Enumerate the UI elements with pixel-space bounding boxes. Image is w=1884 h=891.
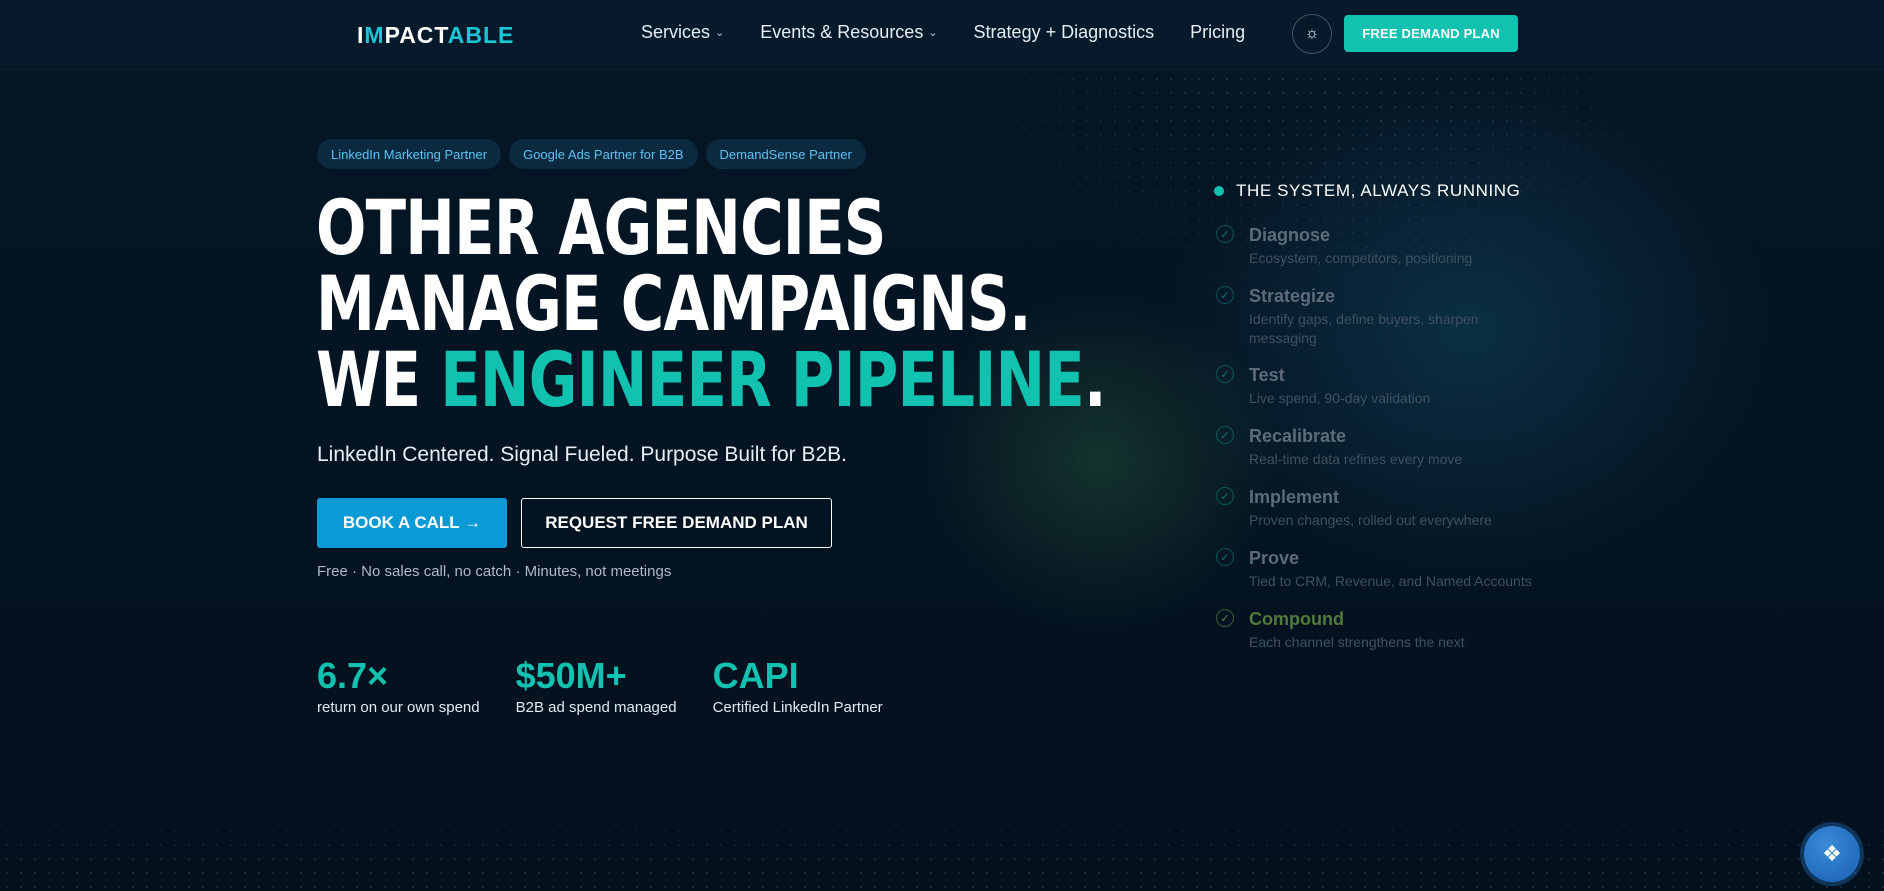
logo[interactable]: IMPACTABLE bbox=[357, 22, 514, 49]
system-steps-list: ✓ Diagnose Ecosystem, competitors, posit… bbox=[1216, 224, 1576, 669]
stat-value: 6.7× bbox=[317, 655, 389, 696]
logo-mark: M bbox=[364, 22, 385, 48]
step-diagnose: ✓ Diagnose Ecosystem, competitors, posit… bbox=[1216, 224, 1576, 285]
check-circle-icon: ✓ bbox=[1216, 365, 1234, 383]
step-prove: ✓ Prove Tied to CRM, Revenue, and Named … bbox=[1216, 547, 1576, 608]
step-title: Compound bbox=[1249, 609, 1344, 629]
stat-label: Certified LinkedIn Partner bbox=[712, 699, 883, 716]
step-desc: Each channel strengthens the next bbox=[1249, 634, 1465, 650]
step-title: Strategize bbox=[1249, 286, 1336, 306]
nav-item-strategy-diagnostics[interactable]: Strategy + Diagnostics bbox=[974, 22, 1155, 43]
headline-we: WE bbox=[316, 335, 441, 424]
nav-label: Services bbox=[641, 22, 711, 42]
sun-icon: ☼ bbox=[1304, 25, 1320, 42]
book-a-call-button[interactable]: BOOK A CALL → bbox=[317, 498, 507, 548]
step-test: ✓ Test Live spend, 90-day validation bbox=[1216, 364, 1576, 425]
request-demand-plan-button[interactable]: REQUEST FREE DEMAND PLAN bbox=[521, 498, 832, 548]
check-circle-icon: ✓ bbox=[1216, 487, 1234, 505]
dot-pattern-bottom bbox=[0, 810, 1884, 891]
step-implement: ✓ Implement Proven changes, rolled out e… bbox=[1216, 486, 1576, 547]
step-desc: Proven changes, rolled out everywhere bbox=[1249, 512, 1492, 528]
check-circle-icon: ✓ bbox=[1216, 426, 1234, 444]
check-circle-icon: ✓ bbox=[1216, 225, 1234, 243]
nav-label: Events & Resources bbox=[760, 22, 924, 42]
badge-google-ads-partner: Google Ads Partner for B2B bbox=[509, 139, 698, 169]
site-header: IMPACTABLE Services ⌄ Events & Resources… bbox=[0, 0, 1884, 70]
headline-accent: ENGINEER PIPELINE bbox=[440, 335, 1085, 424]
partner-badges: LinkedIn Marketing Partner Google Ads Pa… bbox=[317, 139, 866, 169]
free-demand-plan-button[interactable]: FREE DEMAND PLAN bbox=[1344, 15, 1518, 52]
stat-label: B2B ad spend managed bbox=[515, 699, 677, 716]
stat-label: return on our own spend bbox=[317, 699, 480, 716]
badge-linkedin-partner: LinkedIn Marketing Partner bbox=[317, 139, 502, 169]
cta-fineprint: Free · No sales call, no catch · Minutes… bbox=[317, 563, 672, 580]
step-desc: Tied to CRM, Revenue, and Named Accounts bbox=[1249, 573, 1532, 589]
nav-item-events-resources[interactable]: Events & Resources ⌄ bbox=[760, 22, 937, 43]
nav-label: Strategy + Diagnostics bbox=[973, 22, 1155, 42]
chevron-down-icon: ⌄ bbox=[928, 27, 938, 39]
headline-period: . bbox=[1084, 335, 1107, 424]
chevron-down-icon: ⌄ bbox=[715, 27, 725, 39]
stat-value: CAPI bbox=[712, 655, 799, 696]
logo-main: PACT bbox=[384, 22, 448, 48]
system-panel-title: THE SYSTEM, ALWAYS RUNNING bbox=[1214, 181, 1521, 201]
stats-row: 6.7× return on our own spend $50M+ B2B a… bbox=[317, 655, 919, 716]
nav-item-pricing[interactable]: Pricing bbox=[1190, 22, 1245, 43]
step-title: Recalibrate bbox=[1249, 426, 1347, 446]
check-circle-icon: ✓ bbox=[1216, 548, 1234, 566]
step-desc: Identify gaps, define buyers, sharpen me… bbox=[1249, 311, 1479, 346]
status-dot-icon bbox=[1214, 186, 1224, 196]
chat-support-button[interactable]: ❖ bbox=[1804, 826, 1860, 882]
step-title: Test bbox=[1249, 365, 1285, 385]
hero-headline: OTHER AGENCIES MANAGE CAMPAIGNS. WE ENGI… bbox=[316, 183, 1107, 418]
theme-toggle-button[interactable]: ☼ bbox=[1292, 14, 1332, 54]
nav-label: Pricing bbox=[1190, 22, 1246, 42]
step-desc: Real-time data refines every move bbox=[1249, 451, 1463, 467]
step-compound: ✓ Compound Each channel strengthens the … bbox=[1216, 608, 1576, 669]
system-title-text: THE SYSTEM, ALWAYS RUNNING bbox=[1236, 181, 1521, 200]
stat-roi: 6.7× return on our own spend bbox=[317, 655, 480, 716]
chat-support-icon: ❖ bbox=[1822, 841, 1842, 866]
headline-line-3: WE ENGINEER PIPELINE. bbox=[316, 342, 1107, 418]
step-title: Diagnose bbox=[1249, 225, 1331, 245]
check-circle-icon: ✓ bbox=[1216, 286, 1234, 304]
stat-capi: CAPI Certified LinkedIn Partner bbox=[713, 655, 883, 716]
step-title: Prove bbox=[1249, 548, 1300, 568]
hero-subtitle: LinkedIn Centered. Signal Fueled. Purpos… bbox=[317, 443, 847, 466]
logo-accent: ABLE bbox=[447, 22, 515, 48]
step-recalibrate: ✓ Recalibrate Real-time data refines eve… bbox=[1216, 425, 1576, 486]
badge-demandsense-partner: DemandSense Partner bbox=[705, 139, 866, 169]
step-desc: Ecosystem, competitors, positioning bbox=[1249, 250, 1473, 266]
main-nav: Services ⌄ Events & Resources ⌄ Strategy… bbox=[641, 22, 1281, 43]
stat-ad-spend: $50M+ B2B ad spend managed bbox=[516, 655, 677, 716]
headline-line-2: MANAGE CAMPAIGNS. bbox=[316, 259, 1031, 348]
stat-value: $50M+ bbox=[515, 655, 627, 696]
check-circle-icon: ✓ bbox=[1216, 609, 1234, 627]
step-desc: Live spend, 90-day validation bbox=[1249, 390, 1431, 406]
step-title: Implement bbox=[1249, 487, 1340, 507]
step-strategize: ✓ Strategize Identify gaps, define buyer… bbox=[1216, 285, 1576, 364]
nav-item-services[interactable]: Services ⌄ bbox=[641, 22, 724, 43]
headline-line-1: OTHER AGENCIES bbox=[316, 183, 886, 272]
